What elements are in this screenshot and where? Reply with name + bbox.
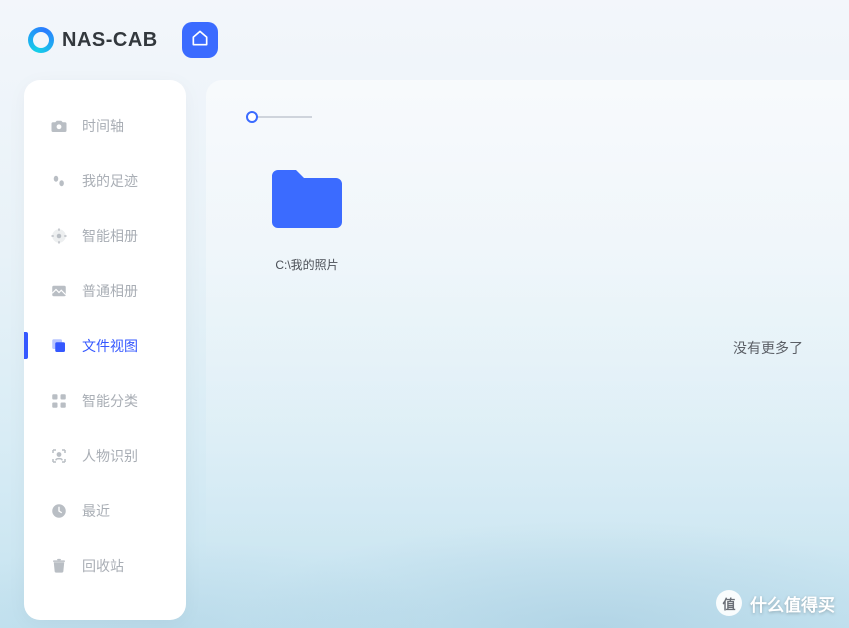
main-panel: C:\我的照片 没有更多了 bbox=[206, 80, 849, 620]
sidebar-item-album[interactable]: 普通相册 bbox=[24, 263, 186, 318]
folder-item[interactable]: C:\我的照片 bbox=[252, 164, 362, 273]
home-button[interactable] bbox=[182, 22, 218, 58]
logo-icon bbox=[28, 27, 54, 53]
sidebar-item-timeline[interactable]: 时间轴 bbox=[24, 98, 186, 153]
sidebar-item-recent[interactable]: 最近 bbox=[24, 483, 186, 538]
sidebar-item-face[interactable]: 人物识别 bbox=[24, 428, 186, 483]
category-icon bbox=[50, 392, 68, 410]
home-icon bbox=[190, 28, 210, 53]
camera-icon bbox=[50, 117, 68, 135]
face-icon bbox=[50, 447, 68, 465]
watermark-badge: 值 bbox=[716, 590, 742, 616]
slider-thumb[interactable] bbox=[246, 111, 258, 123]
folder-icon bbox=[268, 164, 346, 230]
sidebar-item-label: 人物识别 bbox=[82, 446, 138, 466]
folder-grid: C:\我的照片 bbox=[230, 164, 849, 273]
watermark: 值 什么值得买 bbox=[716, 590, 835, 616]
folder-name: C:\我的照片 bbox=[275, 256, 338, 273]
clock-icon bbox=[50, 502, 68, 520]
sidebar-item-footprint[interactable]: 我的足迹 bbox=[24, 153, 186, 208]
sidebar-item-trash[interactable]: 回收站 bbox=[24, 538, 186, 593]
sidebar-item-smart-album[interactable]: 智能相册 bbox=[24, 208, 186, 263]
sidebar-item-label: 我的足迹 bbox=[82, 171, 138, 191]
app-name: NAS-CAB bbox=[62, 29, 158, 52]
album-icon bbox=[50, 282, 68, 300]
files-icon bbox=[50, 337, 68, 355]
app-logo[interactable]: NAS-CAB bbox=[28, 27, 158, 53]
sidebar-item-file-view[interactable]: 文件视图 bbox=[24, 318, 186, 373]
sidebar-item-label: 普通相册 bbox=[82, 281, 138, 301]
sidebar-item-label: 回收站 bbox=[82, 556, 124, 576]
watermark-text: 什么值得买 bbox=[750, 591, 835, 616]
empty-hint: 没有更多了 bbox=[733, 338, 803, 358]
footprint-icon bbox=[50, 172, 68, 190]
smart-album-icon bbox=[50, 227, 68, 245]
sidebar-item-label: 时间轴 bbox=[82, 116, 124, 136]
trash-icon bbox=[50, 557, 68, 575]
sidebar-item-label: 文件视图 bbox=[82, 336, 138, 356]
zoom-slider[interactable] bbox=[252, 110, 849, 124]
sidebar-item-label: 智能相册 bbox=[82, 226, 138, 246]
sidebar-item-label: 最近 bbox=[82, 501, 110, 521]
sidebar-item-category[interactable]: 智能分类 bbox=[24, 373, 186, 428]
sidebar: 时间轴 我的足迹 智能相册 普通相册 文件视图 bbox=[24, 80, 186, 620]
sidebar-item-label: 智能分类 bbox=[82, 391, 138, 411]
